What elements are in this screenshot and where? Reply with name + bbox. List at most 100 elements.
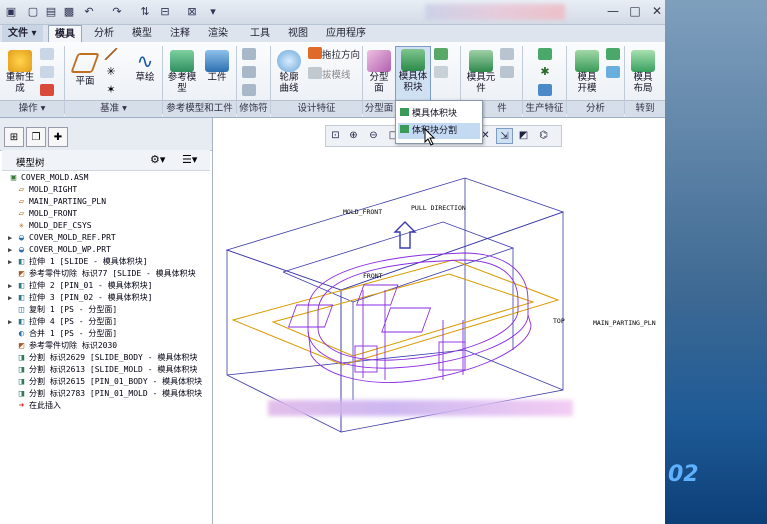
group-operations[interactable]: 操作 ▾: [0, 100, 64, 117]
modifier-icon-1[interactable]: [242, 48, 256, 60]
tab-render[interactable]: 渲染: [202, 25, 234, 42]
redo-icon[interactable]: ↷: [110, 4, 124, 18]
split-icon: ◨: [18, 389, 25, 399]
favorites-tab-icon[interactable]: ✚: [48, 127, 68, 147]
csys-icon[interactable]: ✶: [104, 84, 118, 96]
tree-filter-icon[interactable]: ☰▾: [182, 153, 197, 166]
tab-view[interactable]: 视图: [282, 25, 314, 42]
model-tree-title: 模型树: [16, 158, 45, 169]
tree-item-label: COVER_MOLD_REF.PRT: [29, 233, 116, 242]
tree-item-label: 参考零件切除 标识77 [SLIDE - 模具体积块: [29, 269, 196, 278]
tree-expand-icon[interactable]: ▶: [8, 232, 16, 244]
reference-model-button[interactable]: 参考模 型: [166, 50, 198, 94]
group-parting-surface[interactable]: 分型面: [363, 100, 395, 117]
group-modifiers[interactable]: 修饰符: [237, 100, 270, 117]
tree-expand-icon[interactable]: ▶: [8, 244, 16, 256]
dropdown-item-volume-split[interactable]: 体积块分割: [398, 123, 480, 139]
window-icon[interactable]: ⊟: [158, 4, 172, 18]
tree-item-label: 拉伸 4 [PS - 分型面]: [29, 317, 118, 326]
mold-open-button[interactable]: 模具 开模: [572, 50, 602, 94]
mold-volume-icon: [401, 49, 425, 71]
undo-icon[interactable]: ↶: [82, 4, 96, 18]
group-production-features[interactable]: 生产特征: [523, 100, 566, 117]
contour-curve-button[interactable]: 轮廓 曲线: [274, 50, 304, 94]
draw-direction-label: 拖拉方向: [322, 50, 361, 61]
tree-expand-icon[interactable]: ▶: [8, 280, 16, 292]
modifier-icon-3[interactable]: [242, 84, 256, 96]
mold-3d-model[interactable]: MOLD_FRONT PULL DIRECTION FRONT TOP MAIN…: [213, 150, 665, 524]
tree-expand-icon[interactable]: ▶: [8, 292, 16, 304]
workpiece-button[interactable]: 工件: [202, 50, 232, 83]
refit-icon[interactable]: ⊡: [328, 128, 343, 142]
saved-views-icon[interactable]: ⇲: [496, 128, 513, 144]
save-icon[interactable]: ▩: [62, 4, 76, 18]
production-icon-1[interactable]: [538, 48, 552, 60]
close-icon[interactable]: ✕: [649, 3, 665, 19]
mold-volume-button[interactable]: 模具体 积块: [395, 46, 431, 104]
view-manager-icon[interactable]: ◩: [516, 128, 531, 142]
zoom-in-icon[interactable]: ⊕: [346, 128, 361, 142]
modifier-icon-2[interactable]: [242, 66, 256, 78]
production-icon-2[interactable]: ✱: [538, 66, 552, 78]
group-goto[interactable]: 转到: [625, 100, 665, 117]
tab-applications[interactable]: 应用程序: [320, 25, 372, 42]
maximize-icon[interactable]: □: [627, 3, 643, 19]
mold-layout-button[interactable]: 模具 布局: [628, 50, 658, 94]
group-component[interactable]: 件: [482, 100, 522, 117]
parting-surface-button[interactable]: 分型 面: [366, 50, 392, 94]
tab-file[interactable]: 文件 ▾: [2, 25, 43, 42]
group-ref-workpiece[interactable]: 参考模型和工件: [163, 100, 236, 117]
desktop-logo-text: 02: [668, 462, 699, 487]
plane-button[interactable]: 平面: [70, 50, 100, 87]
tab-analysis[interactable]: 分析: [88, 25, 120, 42]
regenerate-button[interactable]: 重新生 成: [4, 50, 36, 94]
tree-expand-icon[interactable]: ▶: [8, 256, 16, 268]
group-design-features[interactable]: 设计特征: [271, 100, 362, 117]
component-tool-icon-1[interactable]: [500, 48, 514, 60]
tab-tools[interactable]: 工具: [244, 25, 276, 42]
paste-icon[interactable]: [40, 66, 54, 78]
group-analysis[interactable]: 分析: [567, 100, 624, 117]
split-icon: ◨: [18, 377, 25, 387]
production-icon-3[interactable]: [538, 84, 552, 96]
tab-annotate[interactable]: 注释: [164, 25, 196, 42]
component-tool-icon-2[interactable]: [500, 66, 514, 78]
new-file-icon[interactable]: ▢: [26, 4, 40, 18]
tab-mold[interactable]: 模具: [48, 25, 82, 43]
volume-tool-icon-1[interactable]: [434, 48, 448, 60]
close-window-icon[interactable]: ⊠: [185, 4, 199, 18]
open-file-icon[interactable]: ▤: [44, 4, 58, 18]
model-tree-tab-icon[interactable]: ⊞: [4, 127, 24, 147]
folder-browser-tab-icon[interactable]: ❐: [26, 127, 46, 147]
mold-open-icon: [575, 50, 599, 72]
analysis-icon-1[interactable]: [606, 48, 620, 60]
cut-line-icon[interactable]: [308, 67, 322, 79]
tree-settings-icon[interactable]: ⚙▾: [150, 153, 165, 166]
group-datum[interactable]: 基准 ▾: [65, 100, 162, 117]
tree-item-label: COVER_MOLD_WP.PRT: [29, 245, 111, 254]
datum-display-icon[interactable]: ⌬: [536, 128, 551, 142]
volume-tool-icon-2[interactable]: [434, 66, 448, 78]
tree-expand-icon[interactable]: ▶: [8, 316, 16, 328]
customize-dropdown-icon[interactable]: ▾: [206, 4, 220, 18]
tab-model[interactable]: 模型: [126, 25, 158, 42]
cut-icon: ◩: [18, 341, 25, 351]
draw-direction-icon[interactable]: [308, 47, 322, 59]
point-icon[interactable]: ✳: [104, 66, 118, 78]
zoom-out-icon[interactable]: ⊖: [366, 128, 381, 142]
title-bar: [0, 0, 665, 25]
mold-component-button[interactable]: 模具元 件: [466, 50, 496, 94]
delete-icon[interactable]: [40, 84, 54, 96]
regenerate-small-icon[interactable]: ⇅: [138, 4, 152, 18]
dropdown-item-mold-volume[interactable]: 模具体积块: [398, 106, 480, 122]
cut-icon: ◩: [18, 269, 25, 279]
axis-icon[interactable]: [104, 48, 118, 60]
split-icon: ◨: [18, 365, 25, 375]
tree-item-label: MOLD_RIGHT: [29, 185, 78, 194]
sketch-button[interactable]: ∿ 草绘: [130, 50, 160, 83]
tree-item-label: MAIN_PARTING_PLN: [29, 197, 107, 206]
analysis-icon-2[interactable]: [606, 66, 620, 78]
datum-plane-icon: ▱: [18, 209, 25, 219]
copy-icon[interactable]: [40, 48, 54, 60]
minimize-icon[interactable]: —: [605, 3, 621, 19]
